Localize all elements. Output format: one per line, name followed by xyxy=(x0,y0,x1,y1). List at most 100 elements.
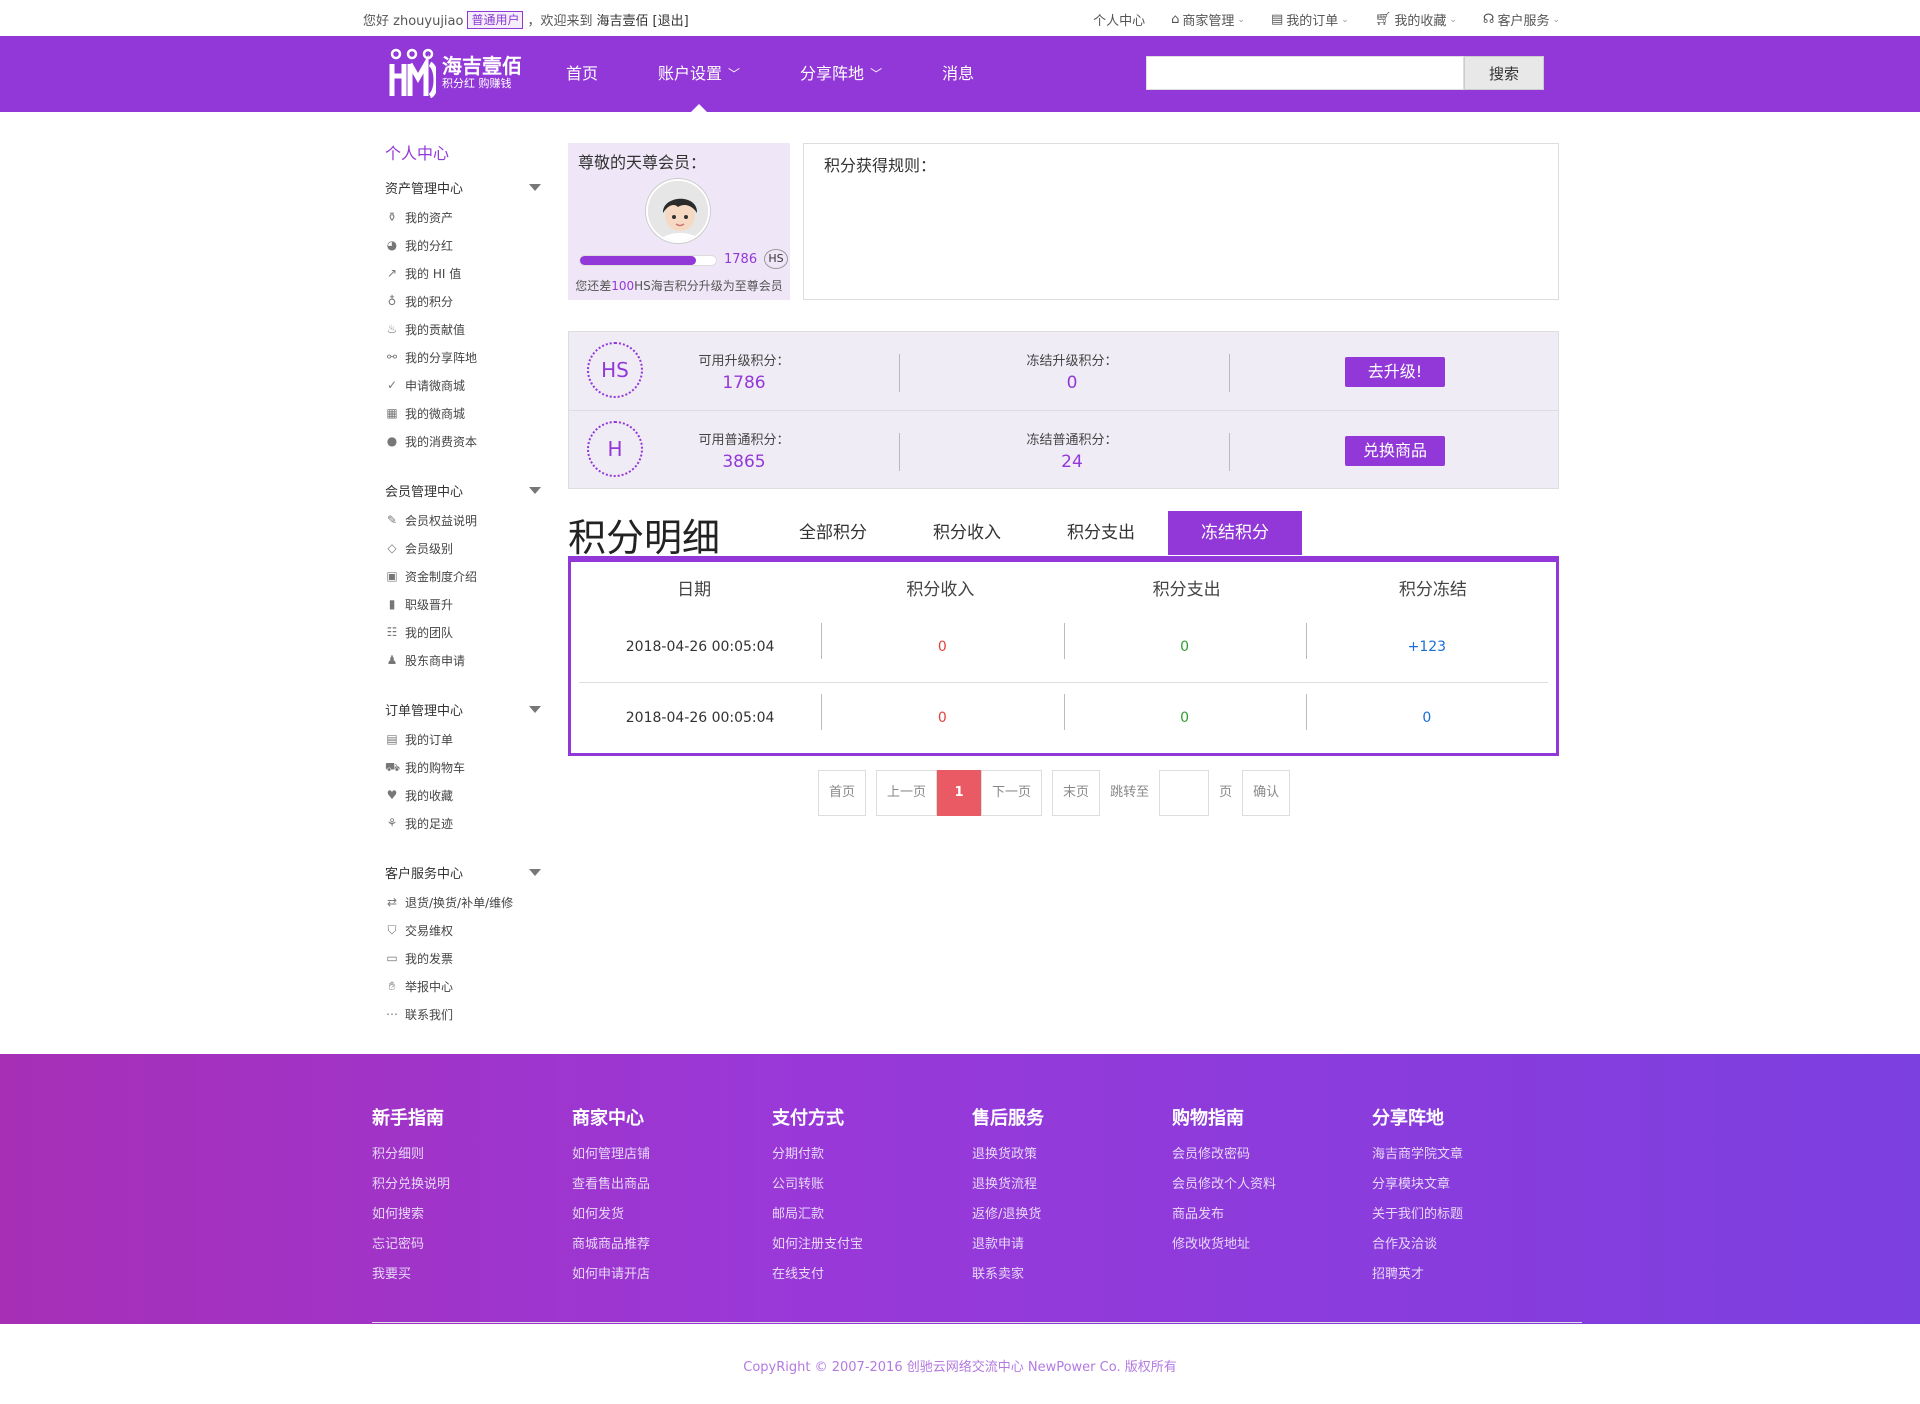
sidebar-item-label: 我的发票 xyxy=(405,951,454,966)
page-next[interactable]: 下一页 xyxy=(981,770,1043,816)
logout-link[interactable]: [退出] xyxy=(653,10,689,29)
footer-link[interactable]: 积分细则 xyxy=(372,1140,572,1170)
footer-link[interactable]: 如何发货 xyxy=(572,1200,772,1230)
redeem-button[interactable]: 兑换商品 xyxy=(1345,436,1445,466)
site-link[interactable]: 海吉壹佰 xyxy=(597,10,649,29)
page-prev[interactable]: 上一页 xyxy=(876,770,938,816)
page-current[interactable]: 1 xyxy=(937,770,982,816)
footer-link[interactable]: 邮局汇款 xyxy=(772,1200,972,1230)
footer-link[interactable]: 会员修改个人资料 xyxy=(1172,1170,1372,1200)
footer-link[interactable]: 忘记密码 xyxy=(372,1230,572,1260)
tab-frozen-points[interactable]: 冻结积分 xyxy=(1168,511,1302,555)
footer-link[interactable]: 分享模块文章 xyxy=(1372,1170,1572,1200)
tab-points-income[interactable]: 积分收入 xyxy=(900,511,1034,555)
sidebar-item-funds[interactable]: ▣ 资金制度介绍 xyxy=(385,562,545,590)
page-confirm-button[interactable]: 确认 xyxy=(1242,770,1291,816)
triangle-down-icon xyxy=(529,706,541,713)
sidebar-item-promotion[interactable]: ▮ 职级晋升 xyxy=(385,590,545,618)
footer-link[interactable]: 如何申请开店 xyxy=(572,1260,772,1290)
top-link-orders[interactable]: ▤ 我的订单 ⌄ xyxy=(1271,10,1349,29)
sidebar-item-orders[interactable]: ▤ 我的订单 xyxy=(385,725,545,753)
sidebar-item-capital[interactable]: ● 我的消费资本 xyxy=(385,427,545,455)
available-normal-points: 可用普通积分： 3865 xyxy=(669,429,819,472)
top-link-favorites[interactable]: 🛒︎ 我的收藏 ⌄ xyxy=(1375,10,1457,29)
footer-link[interactable]: 修改收货地址 xyxy=(1172,1230,1372,1260)
sidebar-item-my-assets[interactable]: ⚱ 我的资产 xyxy=(385,203,545,231)
footer-link[interactable]: 查看售出商品 xyxy=(572,1170,772,1200)
page-first[interactable]: 首页 xyxy=(818,770,867,816)
nav-item-home[interactable]: 首页 xyxy=(566,36,598,112)
sidebar-item-my-store[interactable]: ▦ 我的微商城 xyxy=(385,399,545,427)
page-jump-input[interactable] xyxy=(1159,770,1210,816)
footer-link[interactable]: 商城商品推荐 xyxy=(572,1230,772,1260)
footer-column-title: 售后服务 xyxy=(972,1108,1044,1129)
sidebar-group-header[interactable]: 订单管理中心 xyxy=(385,700,545,719)
sidebar-item-dividends[interactable]: ◕ 我的分红 xyxy=(385,231,545,259)
footer-link[interactable]: 会员修改密码 xyxy=(1172,1140,1372,1170)
footer-link[interactable]: 分期付款 xyxy=(772,1140,972,1170)
footer-link[interactable]: 如何管理店铺 xyxy=(572,1140,772,1170)
site-logo[interactable]: 海吉壹佰 积分红 购赚钱 xyxy=(388,48,522,98)
footer-link[interactable]: 退换货流程 xyxy=(972,1170,1172,1200)
chart-icon: ↗ xyxy=(386,266,398,280)
footer-link[interactable]: 如何搜索 xyxy=(372,1200,572,1230)
sidebar-home[interactable]: 个人中心 xyxy=(385,140,545,164)
sidebar-item-hi-value[interactable]: ↗ 我的 HI 值 xyxy=(385,259,545,287)
sidebar-item-team[interactable]: ☷ 我的团队 xyxy=(385,618,545,646)
sidebar-group-header[interactable]: 资产管理中心 xyxy=(385,178,545,197)
top-link-service[interactable]: ☊ 客户服务 ⌄ xyxy=(1483,10,1560,29)
search-button[interactable]: 搜索 xyxy=(1464,56,1544,90)
sidebar-item-shareholder[interactable]: ♟ 股东商申请 xyxy=(385,646,545,674)
nav-item-account-settings[interactable]: 账户设置 ﹀ xyxy=(658,36,740,112)
sidebar-item-share[interactable]: ⚯ 我的分享阵地 xyxy=(385,343,545,371)
sidebar-item-label: 联系我们 xyxy=(405,1007,454,1022)
upgrade-button[interactable]: 去升级! xyxy=(1345,357,1445,387)
sidebar-group-title: 客户服务中心 xyxy=(385,867,464,882)
sidebar-item-disputes[interactable]: ⛉ 交易维权 xyxy=(385,916,545,944)
sidebar-item-contact[interactable]: ⋯ 联系我们 xyxy=(385,1000,545,1028)
footer-link[interactable]: 在线支付 xyxy=(772,1260,972,1290)
tab-points-expense[interactable]: 积分支出 xyxy=(1034,511,1168,555)
nav-item-share[interactable]: 分享阵地 ﹀ xyxy=(800,36,882,112)
footer-link[interactable]: 如何注册支付宝 xyxy=(772,1230,972,1260)
footprint-icon: ⚘ xyxy=(386,816,398,830)
footer-link[interactable]: 联系卖家 xyxy=(972,1260,1172,1290)
sidebar-group-header[interactable]: 客户服务中心 xyxy=(385,863,545,882)
top-link-personal-center[interactable]: 个人中心 xyxy=(1093,10,1145,29)
footer-link[interactable]: 公司转账 xyxy=(772,1170,972,1200)
cart-icon: ⛟ xyxy=(385,760,401,774)
footer-link[interactable]: 退换货政策 xyxy=(972,1140,1172,1170)
points-row-normal: H 可用普通积分： 3865 冻结普通积分： 24 兑换商品 xyxy=(569,410,1558,488)
sidebar-item-apply-store[interactable]: ✓ 申请微商城 xyxy=(385,371,545,399)
sidebar-item-benefits[interactable]: ✎ 会员权益说明 xyxy=(385,506,545,534)
sidebar-item-report[interactable]: ✋︎ 举报中心 xyxy=(385,972,545,1000)
footer-link[interactable]: 合作及洽谈 xyxy=(1372,1230,1572,1260)
avatar[interactable] xyxy=(646,179,710,243)
nav-item-messages[interactable]: 消息 xyxy=(942,36,974,112)
sidebar-item-level[interactable]: ◇ 会员级别 xyxy=(385,534,545,562)
sidebar-item-returns[interactable]: ⇄ 退货/换货/补单/维修 xyxy=(385,888,545,916)
sidebar-item-label: 我的资产 xyxy=(405,210,454,225)
top-link-merchant[interactable]: ⌂ 商家管理 ⌄ xyxy=(1171,10,1245,29)
member-progress-bar xyxy=(579,255,717,266)
sidebar-item-favorites[interactable]: ♥ 我的收藏 xyxy=(385,781,545,809)
footer-link[interactable]: 我要买 xyxy=(372,1260,572,1290)
footer-link[interactable]: 商品发布 xyxy=(1172,1200,1372,1230)
sidebar-group-header[interactable]: 会员管理中心 xyxy=(385,481,545,500)
top-bar: 您好 zhouyujiao 普通用户 ，欢迎来到 海吉壹佰 [退出] 个人中心 … xyxy=(0,0,1920,36)
footer-link[interactable]: 海吉商学院文章 xyxy=(1372,1140,1572,1170)
sidebar-item-cart[interactable]: ⛟ 我的购物车 xyxy=(385,753,545,781)
chevron-down-icon: ﹀ xyxy=(870,67,883,81)
footer-link[interactable]: 关于我们的标题 xyxy=(1372,1200,1572,1230)
sidebar-item-footprints[interactable]: ⚘ 我的足迹 xyxy=(385,809,545,837)
footer-link[interactable]: 招聘英才 xyxy=(1372,1260,1572,1290)
sidebar-item-invoices[interactable]: ▭ 我的发票 xyxy=(385,944,545,972)
footer-link[interactable]: 返修/退换货 xyxy=(972,1200,1172,1230)
page-last[interactable]: 末页 xyxy=(1052,770,1101,816)
search-input[interactable] xyxy=(1146,56,1464,90)
tab-all-points[interactable]: 全部积分 xyxy=(766,511,900,555)
sidebar-item-points[interactable]: ♁ 我的积分 xyxy=(385,287,545,315)
footer-link[interactable]: 退款申请 xyxy=(972,1230,1172,1260)
sidebar-item-contribution[interactable]: ♨ 我的贡献值 xyxy=(385,315,545,343)
footer-link[interactable]: 积分兑换说明 xyxy=(372,1170,572,1200)
